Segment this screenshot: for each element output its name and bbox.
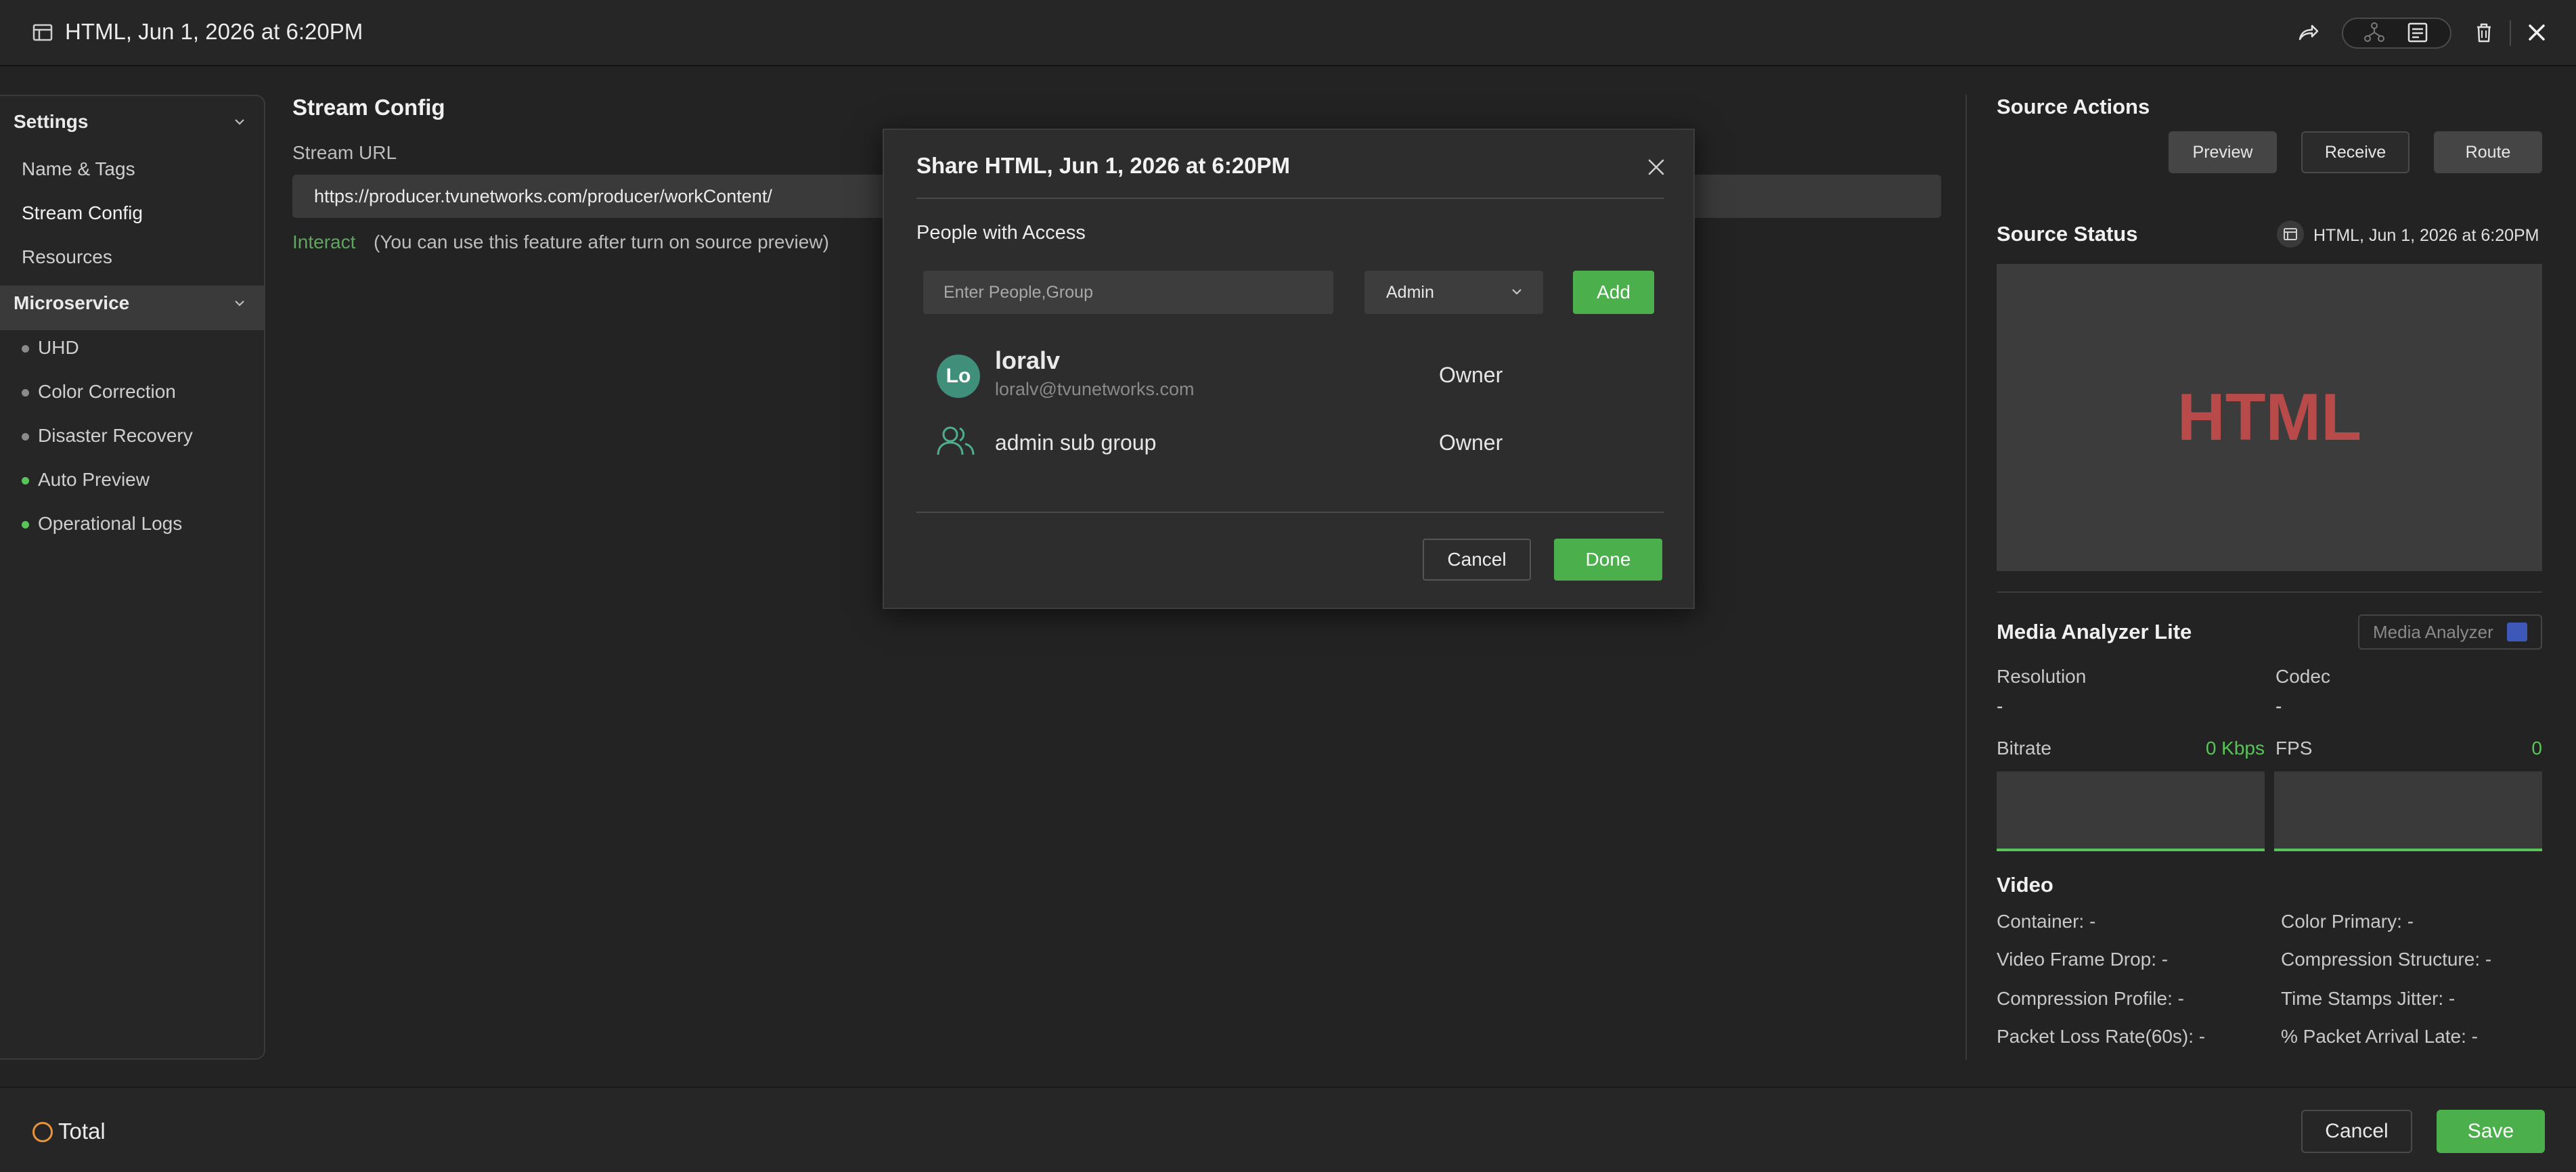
bitrate-label: Bitrate: [1997, 738, 2051, 759]
fps-label: FPS: [2275, 738, 2313, 759]
preview-label: HTML: [2177, 380, 2362, 454]
resolution-value: -: [1997, 696, 2003, 717]
sidebar-item-stream-config[interactable]: Stream Config: [22, 202, 143, 224]
video-stat: Video Frame Drop: -: [1997, 949, 2169, 970]
status-dot: [22, 477, 29, 484]
source-status-title: Source Status: [1997, 222, 2138, 246]
sidebar-item-auto-preview[interactable]: Auto Preview: [38, 469, 150, 491]
route-button[interactable]: Route: [2434, 131, 2542, 173]
fps-value: 0: [2531, 738, 2542, 759]
people-search-input[interactable]: [923, 271, 1333, 314]
panel-divider: [1966, 95, 1967, 1060]
dialog-cancel-button[interactable]: Cancel: [1423, 539, 1531, 581]
sidebar-item-resources[interactable]: Resources: [22, 246, 112, 268]
group-name: admin sub group: [995, 430, 1157, 455]
panel-icon: [2277, 221, 2304, 248]
group-icon: [937, 426, 975, 455]
bottom-bar: [0, 1087, 2576, 1172]
dialog-title: Share HTML, Jun 1, 2026 at 6:20PM: [916, 153, 1291, 178]
receive-button[interactable]: Receive: [2301, 131, 2410, 173]
media-analyzer-title: Media Analyzer Lite: [1997, 620, 2192, 644]
sidebar-item-operational-logs[interactable]: Operational Logs: [38, 513, 182, 535]
video-stat: Color Primary: -: [2281, 911, 2414, 932]
sidebar-item-disaster-recovery[interactable]: Disaster Recovery: [38, 425, 193, 447]
source-name: HTML, Jun 1, 2026 at 6:20PM: [2313, 226, 2539, 245]
trash-icon[interactable]: [2472, 20, 2496, 45]
user-email: loralv@tvunetworks.com: [995, 379, 1195, 399]
close-icon[interactable]: [2525, 20, 2549, 45]
chevron-down-icon: [1512, 289, 1522, 295]
video-stat: Compression Structure: -: [2281, 949, 2492, 970]
avatar: Lo: [937, 355, 980, 398]
monitor-icon: [2507, 623, 2527, 641]
video-stat: Time Stamps Jitter: -: [2281, 988, 2456, 1009]
user-role[interactable]: Owner: [1439, 363, 1503, 388]
share-dialog: Share HTML, Jun 1, 2026 at 6:20PM People…: [883, 129, 1695, 609]
share-icon[interactable]: [2296, 20, 2320, 45]
preview-button[interactable]: Preview: [2169, 131, 2277, 173]
sidebar-item-color-correction[interactable]: Color Correction: [38, 381, 176, 403]
video-stat: Compression Profile: -: [1997, 988, 2184, 1009]
user-name: loralv: [995, 346, 1061, 374]
save-button[interactable]: Save: [2437, 1110, 2545, 1153]
add-button[interactable]: Add: [1573, 271, 1654, 314]
status-dot: [22, 433, 29, 441]
video-stat: Container: -: [1997, 911, 2096, 932]
toolbar-divider: [2510, 20, 2511, 46]
status-dot: [22, 521, 29, 528]
total-icon: [32, 1122, 53, 1142]
sidebar-item-name-tags[interactable]: Name & Tags: [22, 158, 135, 180]
sidebar-item-uhd[interactable]: UHD: [38, 337, 79, 359]
group-role[interactable]: Owner: [1439, 430, 1503, 455]
chevron-down-icon[interactable]: [230, 112, 249, 131]
total-label: Total: [58, 1119, 106, 1144]
bitrate-value: 0 Kbps: [2205, 738, 2265, 759]
close-icon[interactable]: [1645, 156, 1668, 179]
chevron-down-icon[interactable]: [230, 294, 249, 313]
source-actions-title: Source Actions: [1997, 95, 2150, 118]
codec-label: Codec: [2275, 666, 2330, 687]
panel-icon: [32, 24, 53, 41]
cancel-button[interactable]: Cancel: [2301, 1110, 2412, 1153]
window-title: HTML, Jun 1, 2026 at 6:20PM: [65, 19, 363, 44]
video-stat: % Packet Arrival Late: -: [2281, 1026, 2479, 1047]
video-title: Video: [1997, 873, 2053, 897]
section-title: Stream Config: [292, 95, 445, 120]
divider: [916, 512, 1664, 513]
status-dot: [22, 389, 29, 397]
document-icon[interactable]: [2405, 20, 2430, 45]
view-toggle[interactable]: [2342, 18, 2451, 49]
microservice-section-header[interactable]: Microservice: [14, 292, 129, 314]
interact-note: (You can use this feature after turn on …: [374, 231, 829, 252]
stream-url-label: Stream URL: [292, 142, 397, 163]
resolution-label: Resolution: [1997, 666, 2087, 687]
codec-value: -: [2275, 696, 2282, 717]
divider: [1997, 591, 2542, 593]
dialog-done-button[interactable]: Done: [1554, 539, 1662, 581]
divider: [916, 198, 1664, 199]
fps-graph: [2274, 771, 2542, 851]
title-bar: HTML, Jun 1, 2026 at 6:20PM: [0, 0, 2576, 66]
video-stat: Packet Loss Rate(60s): -: [1997, 1026, 2206, 1047]
people-access-label: People with Access: [916, 222, 1086, 244]
status-dot: [22, 345, 29, 353]
settings-section-header[interactable]: Settings: [14, 111, 88, 133]
interact-link[interactable]: Interact: [292, 231, 355, 253]
network-icon[interactable]: [2362, 20, 2386, 45]
sidebar: Settings Name & Tags Stream Config Resou…: [0, 95, 265, 1060]
bitrate-graph: [1997, 771, 2265, 851]
